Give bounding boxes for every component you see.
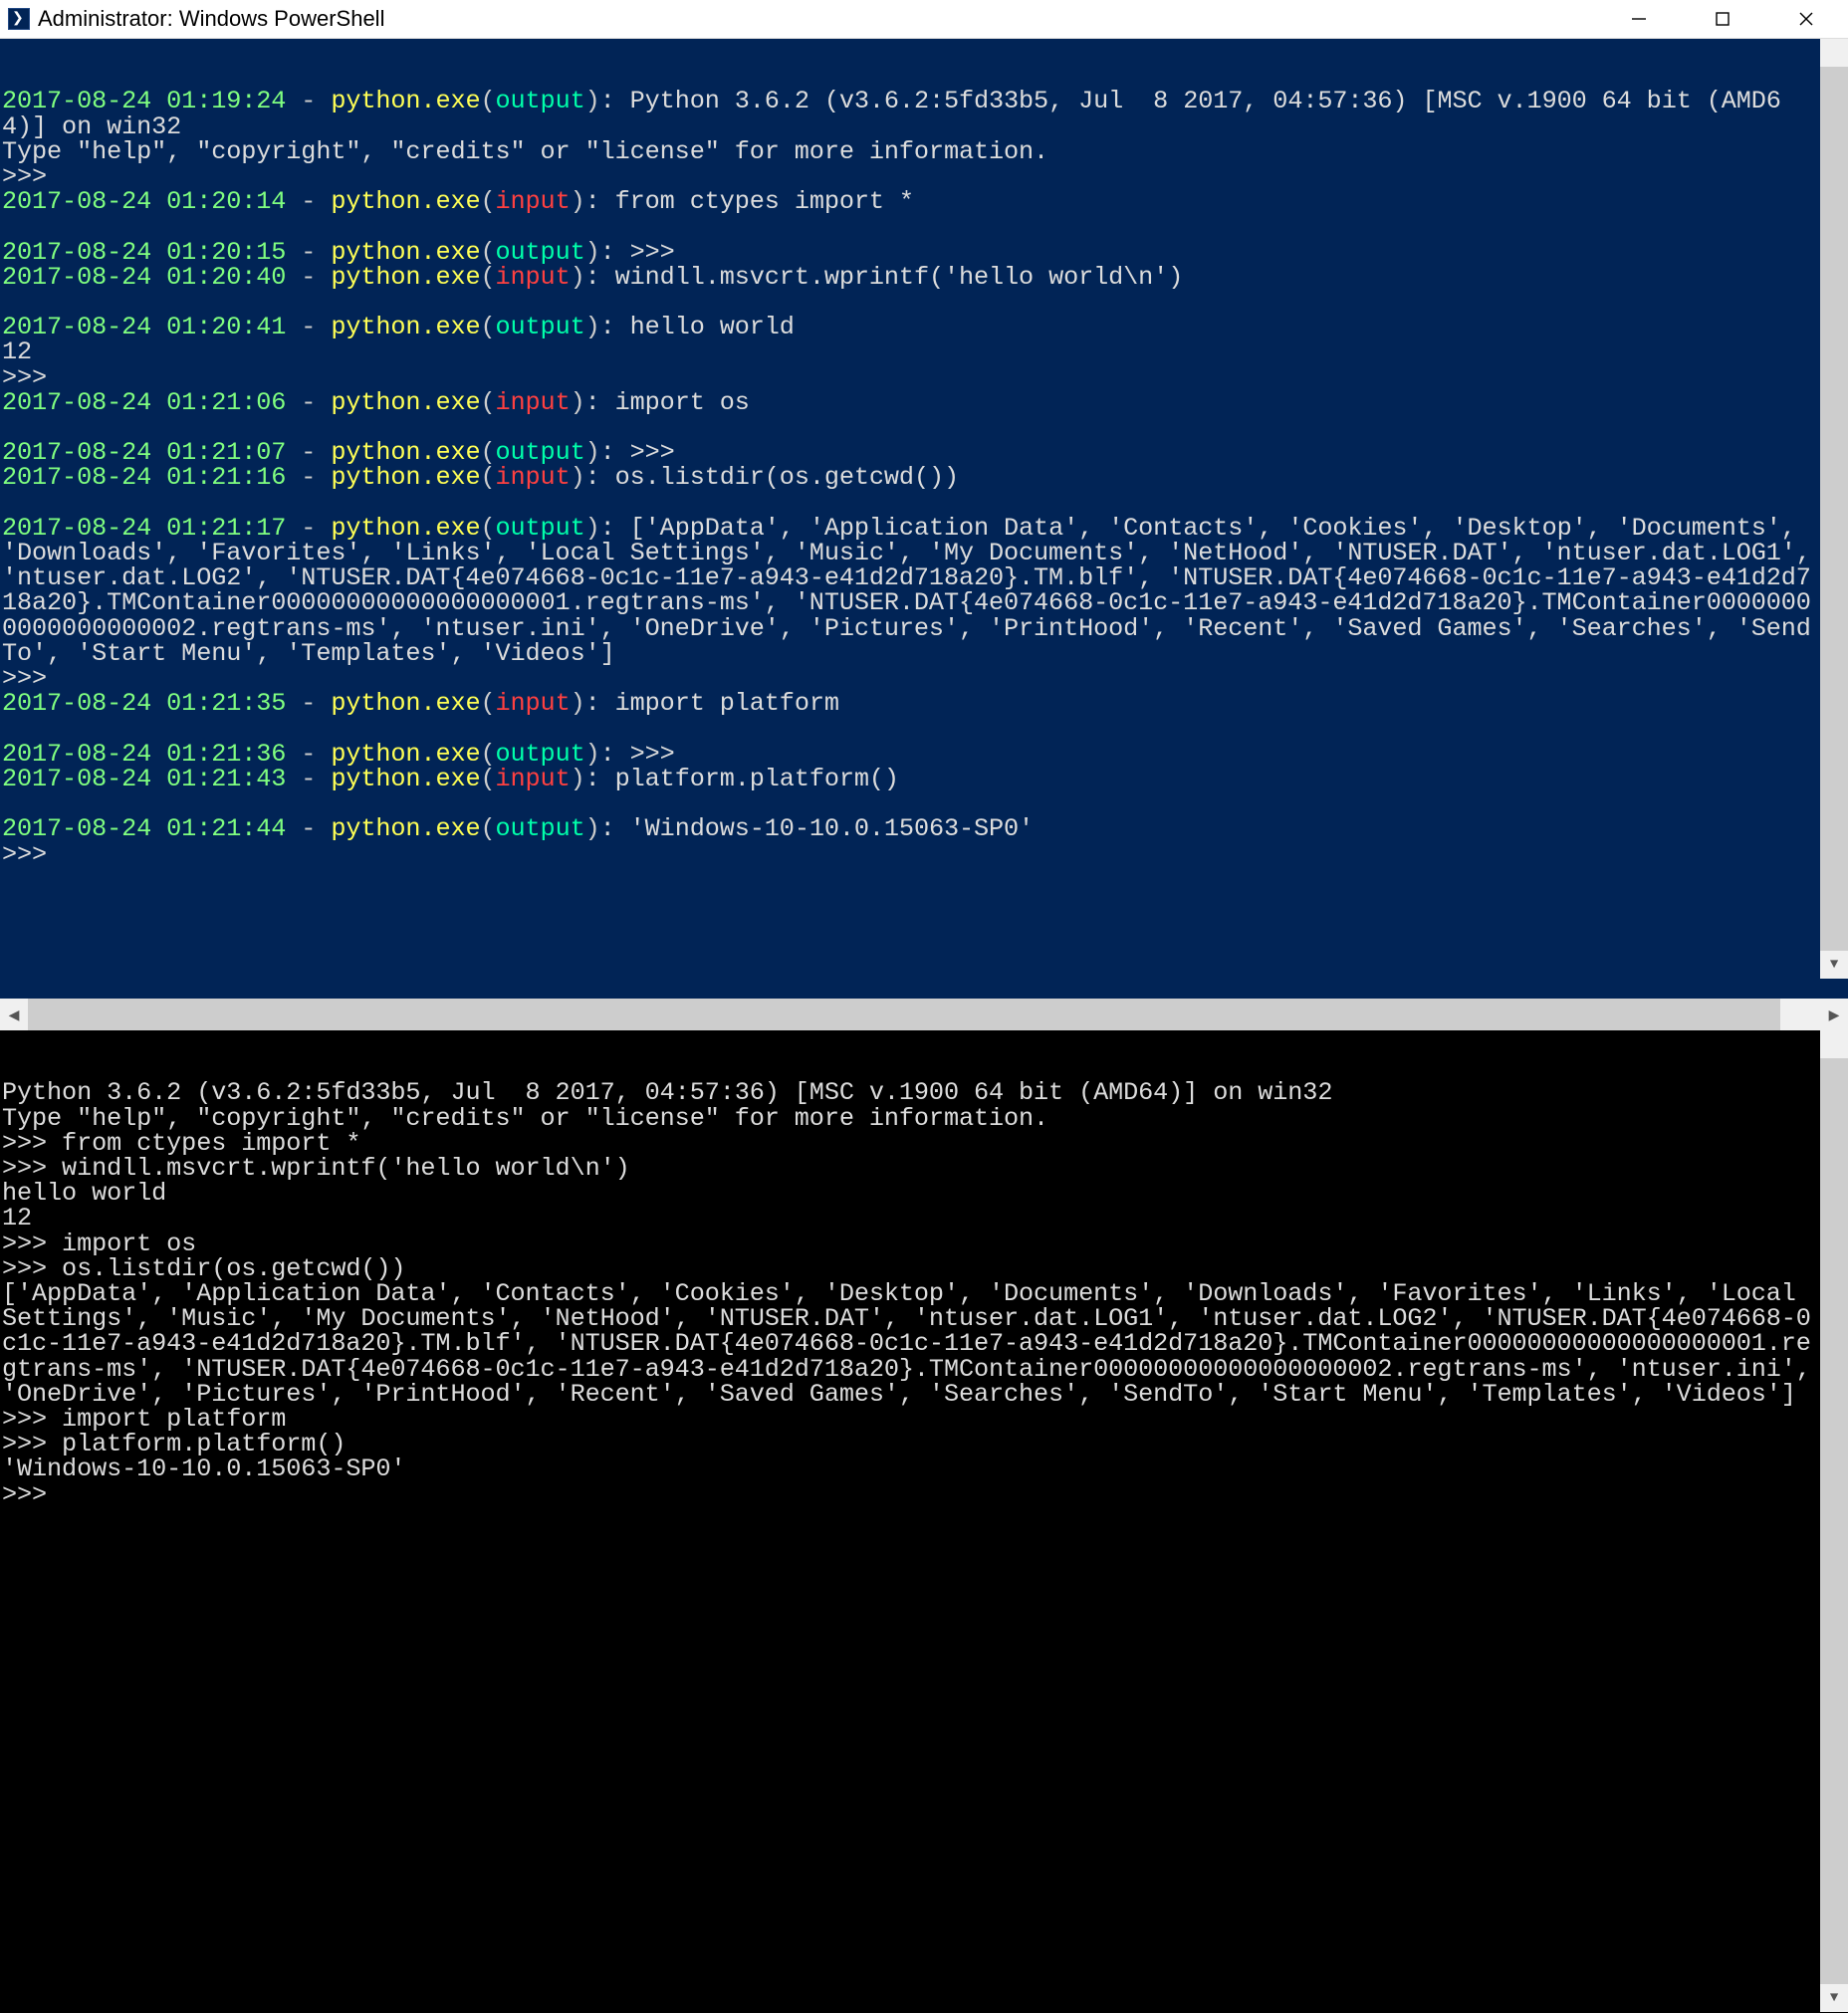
close-icon bbox=[1797, 10, 1815, 28]
console-line: 2017-08-24 01:19:24 - python.exe(output)… bbox=[2, 87, 1781, 140]
console-line: Type "help", "copyright", "credits" or "… bbox=[2, 137, 1048, 166]
scroll-thumb[interactable] bbox=[1820, 1058, 1848, 1984]
console-line: 'Windows-10-10.0.15063-SP0' bbox=[2, 1454, 405, 1483]
console-line: 2017-08-24 01:20:40 - python.exe(input):… bbox=[2, 263, 1183, 292]
console-line: 2017-08-24 01:20:14 - python.exe(input):… bbox=[2, 187, 914, 216]
console-line: >>> bbox=[2, 840, 62, 869]
powershell-icon bbox=[8, 8, 30, 30]
bottom-console[interactable]: Python 3.6.2 (v3.6.2:5fd33b5, Jul 8 2017… bbox=[0, 1030, 1848, 2013]
window-title: Administrator: Windows PowerShell bbox=[38, 6, 1597, 32]
top-console-content: 2017-08-24 01:19:24 - python.exe(output)… bbox=[0, 89, 1848, 866]
maximize-icon bbox=[1714, 10, 1732, 28]
console-line: >>> bbox=[2, 1480, 62, 1509]
bottom-vertical-scrollbar[interactable]: ▲ ▼ bbox=[1820, 1030, 1848, 2012]
console-line: 2017-08-24 01:21:35 - python.exe(input):… bbox=[2, 689, 839, 718]
console-line: 2017-08-24 01:21:43 - python.exe(input):… bbox=[2, 765, 899, 793]
minimize-icon bbox=[1630, 10, 1648, 28]
scroll-thumb-h[interactable] bbox=[28, 999, 1780, 1030]
scroll-track[interactable] bbox=[28, 999, 1820, 1030]
console-line: 2017-08-24 01:21:16 - python.exe(input):… bbox=[2, 463, 959, 492]
top-vertical-scrollbar[interactable]: ▲ ▼ bbox=[1820, 39, 1848, 979]
top-console[interactable]: 2017-08-24 01:19:24 - python.exe(output)… bbox=[0, 39, 1848, 999]
close-button[interactable] bbox=[1764, 0, 1848, 38]
scroll-down-icon[interactable]: ▼ bbox=[1820, 951, 1848, 979]
scroll-thumb[interactable] bbox=[1820, 67, 1848, 951]
scroll-left-icon[interactable]: ◀ bbox=[0, 999, 28, 1030]
maximize-button[interactable] bbox=[1681, 0, 1764, 38]
titlebar[interactable]: Administrator: Windows PowerShell bbox=[0, 0, 1848, 39]
console-line: ['AppData', 'Application Data', 'Contact… bbox=[2, 1279, 1826, 1409]
horizontal-scrollbar[interactable]: ◀ ▶ bbox=[0, 999, 1848, 1030]
scroll-right-icon[interactable]: ▶ bbox=[1820, 999, 1848, 1030]
console-line: 2017-08-24 01:20:41 - python.exe(output)… bbox=[2, 313, 795, 341]
scroll-down-icon[interactable]: ▼ bbox=[1820, 1984, 1848, 2012]
bottom-console-content: Python 3.6.2 (v3.6.2:5fd33b5, Jul 8 2017… bbox=[0, 1080, 1848, 1506]
console-line: 2017-08-24 01:21:44 - python.exe(output)… bbox=[2, 814, 1034, 843]
console-line: 2017-08-24 01:21:17 - python.exe(output)… bbox=[2, 514, 1826, 668]
console-line: 2017-08-24 01:21:06 - python.exe(input):… bbox=[2, 388, 750, 417]
minimize-button[interactable] bbox=[1597, 0, 1681, 38]
